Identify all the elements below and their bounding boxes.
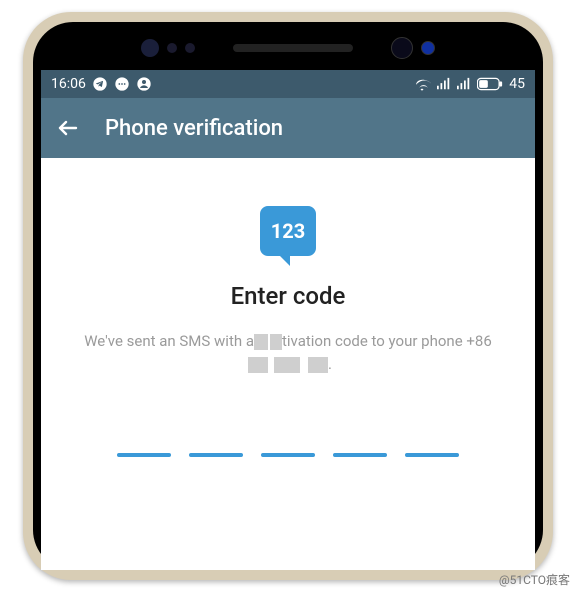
person-icon — [136, 76, 152, 92]
status-time: 16:06 — [51, 76, 86, 92]
code-digit-4[interactable] — [333, 453, 387, 457]
phone-sensors — [33, 34, 543, 62]
status-bar: 16:06 — [41, 70, 535, 98]
heading: Enter code — [71, 282, 505, 310]
code-input-row[interactable] — [71, 453, 505, 457]
wifi-icon — [413, 77, 431, 91]
signal-icon — [457, 77, 471, 91]
chat-icon — [114, 76, 130, 92]
sms-icon: 123 — [260, 206, 316, 256]
desc-mid: tivation code to your phone +8 — [282, 332, 483, 350]
redact-mask — [254, 334, 268, 350]
app-bar: Phone verification — [41, 98, 535, 158]
telegram-icon — [92, 76, 108, 92]
sms-icon-text: 123 — [271, 219, 305, 243]
content-area: 123 Enter code We've sent an SMS with a t… — [41, 158, 535, 457]
redact-mask — [270, 334, 282, 350]
screen: 16:06 — [41, 70, 535, 570]
watermark: @51CTO痕客 — [499, 571, 570, 588]
phone-bezel: 16:06 — [33, 22, 543, 570]
redact-mask — [274, 357, 300, 373]
phone-frame: 16:06 — [23, 12, 553, 580]
redact-mask — [308, 357, 328, 373]
battery-icon — [477, 77, 503, 91]
code-digit-2[interactable] — [189, 453, 243, 457]
signal-4g-icon — [437, 77, 451, 91]
page-title: Phone verification — [105, 116, 283, 141]
back-button[interactable] — [55, 115, 81, 141]
redact-mask — [248, 357, 268, 373]
code-digit-1[interactable] — [117, 453, 171, 457]
desc-pre: We've sent an SMS with a — [84, 332, 254, 350]
status-battery: 45 — [509, 76, 525, 92]
code-digit-3[interactable] — [261, 453, 315, 457]
code-digit-5[interactable] — [405, 453, 459, 457]
desc-post: . — [328, 355, 332, 373]
description: We've sent an SMS with a tivation code to… — [71, 330, 505, 375]
